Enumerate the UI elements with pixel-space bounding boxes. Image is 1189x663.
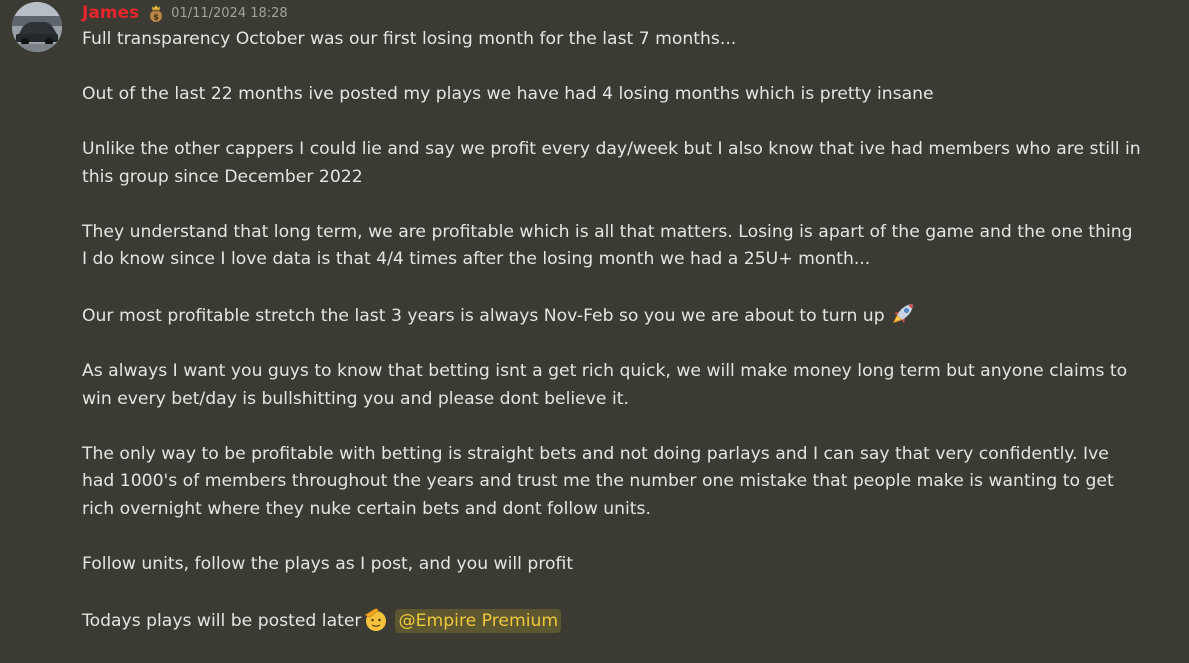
avatar[interactable] [12,2,62,52]
message-text: Todays plays will be posted later [82,610,362,631]
svg-text:$: $ [153,13,159,22]
role-mention[interactable]: @Empire Premium [395,608,562,633]
crown-money-bag-icon[interactable]: $ [146,3,166,23]
rocket-emoji[interactable] [890,301,918,327]
message-content: Full transparency October was our first … [82,26,1142,663]
timestamp: 01/11/2024 18:28 [171,5,288,21]
message-paragraph: Unlike the other cappers I could lie and… [82,139,1141,187]
message-paragraph: Follow units, follow the plays as I post… [82,553,574,574]
message-text: Our most profitable stretch the last 3 y… [82,306,885,326]
saluting-face-emoji[interactable] [361,606,389,632]
message-paragraph: They understand that long term, we are p… [82,221,1133,270]
avatar-car-photo-icon [12,2,62,52]
message-paragraph-rocket: Our most profitable stretch the last 3 y… [82,301,1142,331]
message-header: James $ 01/11/2024 18:28 [82,1,288,25]
message-paragraph: Out of the last 22 months ive posted my … [82,84,934,104]
message-paragraph: The only way to be profitable with betti… [82,443,1114,519]
message-paragraph: Full transparency October was our first … [82,29,737,49]
chat-message: James $ 01/11/2024 18:28 Full transparen… [0,0,1189,633]
message-paragraph: As always I want you guys to know that b… [82,361,1128,409]
message-paragraph-last: Todays plays will be posted later @Empir… [82,606,1142,636]
username[interactable]: James [82,3,139,23]
